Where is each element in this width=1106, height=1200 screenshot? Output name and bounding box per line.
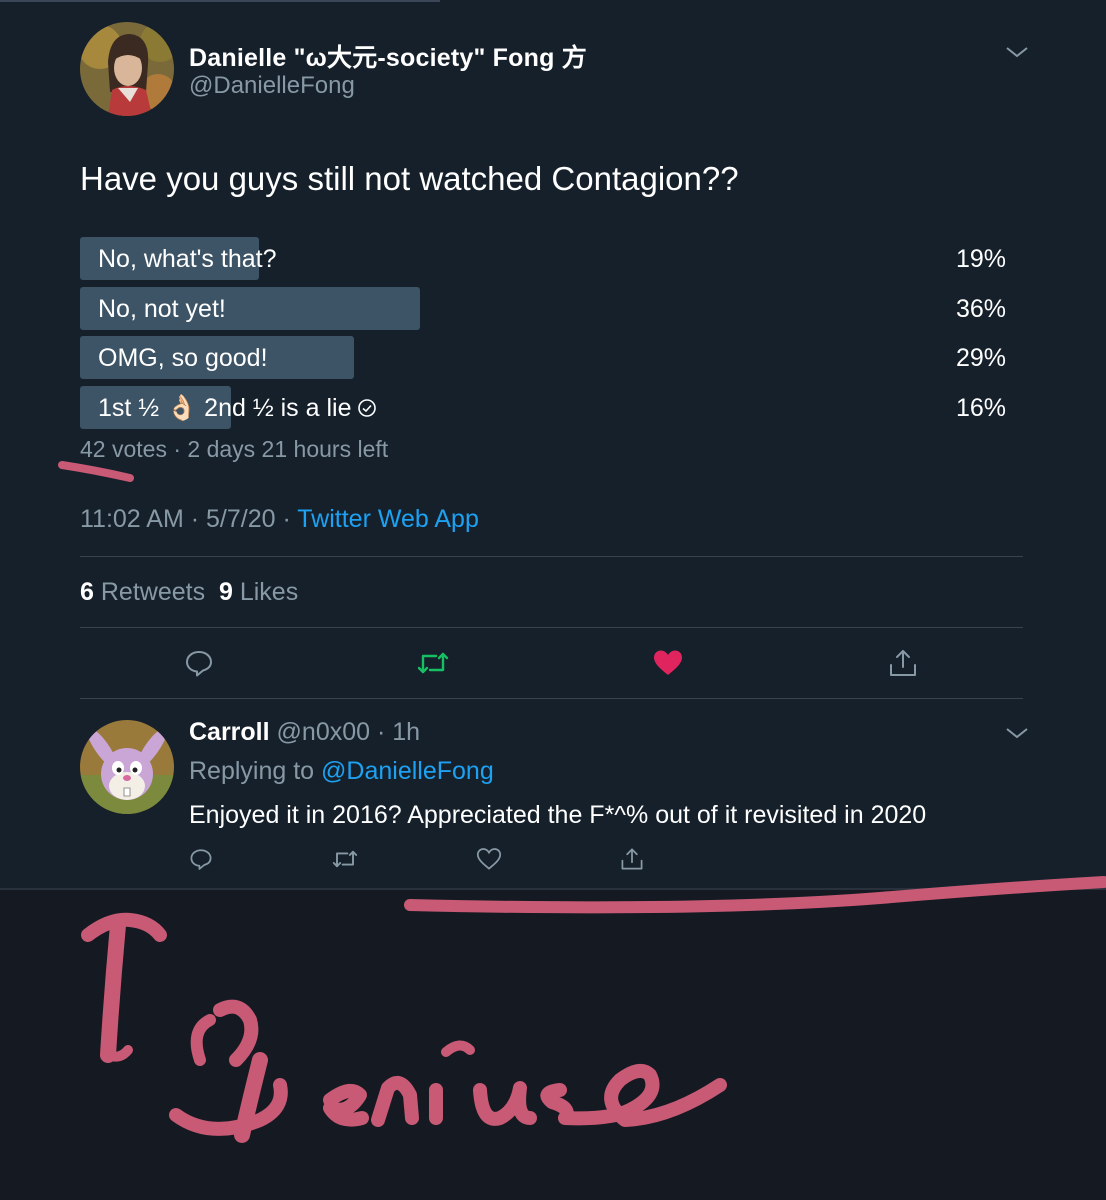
poll-option-percent: 16% — [955, 394, 1006, 422]
reply-icon[interactable] — [189, 847, 213, 876]
reply-avatar[interactable] — [80, 720, 174, 814]
poll-option: No, not yet! 36% — [80, 287, 1006, 330]
poll-time-left: 2 days 21 hours left — [187, 436, 389, 462]
divider — [80, 627, 1023, 628]
top-divider — [0, 0, 440, 2]
poll-option: 1st ½ 👌🏻 2nd ½ is a lie 16% — [80, 386, 1006, 429]
retweet-icon[interactable] — [331, 847, 359, 876]
reply-age[interactable]: 1h — [392, 718, 420, 746]
reply-author-name[interactable]: Carroll — [189, 718, 270, 746]
divider — [80, 556, 1023, 557]
replying-to-label: Replying to — [189, 757, 315, 785]
chevron-down-icon[interactable] — [1004, 44, 1030, 65]
reply-header: Carroll @n0x00 · 1h — [189, 718, 421, 746]
poll-option-label: No, what's that? — [98, 245, 277, 273]
author-handle[interactable]: @DanielleFong — [189, 72, 355, 100]
tweet-panel: Danielle "ω大元-society" Fong 方 @DanielleF… — [0, 0, 1106, 888]
share-icon[interactable] — [888, 648, 918, 683]
retweets-label: Retweets — [100, 578, 206, 606]
author-name[interactable]: Danielle "ω大元-society" Fong 方 — [189, 38, 587, 74]
poll-option-percent: 19% — [955, 245, 1006, 273]
poll-option: No, what's that? 19% — [80, 237, 1006, 280]
like-icon[interactable] — [476, 847, 502, 876]
retweet-icon[interactable] — [416, 648, 450, 683]
likes-label: Likes — [239, 578, 299, 606]
poll-option-label: OMG, so good! — [98, 344, 268, 372]
poll-option-percent: 36% — [955, 295, 1006, 323]
tweet-source-link[interactable]: Twitter Web App — [297, 505, 479, 533]
author-avatar[interactable] — [80, 22, 174, 116]
tweet-stats: 6 Retweets 9 Likes — [80, 578, 298, 607]
poll-option-label-wrap: 1st ½ 👌🏻 2nd ½ is a lie — [98, 394, 377, 425]
chevron-down-icon[interactable] — [1004, 725, 1030, 746]
bottom-divider — [0, 888, 1106, 890]
replying-to: Replying to @DanielleFong — [189, 757, 494, 786]
like-icon[interactable] — [652, 648, 684, 683]
reply-author-handle[interactable]: @n0x00 — [277, 718, 371, 746]
check-circle-icon — [357, 396, 377, 425]
tweet-text: Have you guys still not watched Contagio… — [80, 160, 739, 197]
retweet-count: 6 — [80, 578, 94, 606]
poll-option-percent: 29% — [955, 344, 1006, 372]
divider — [80, 698, 1023, 699]
share-icon[interactable] — [620, 847, 644, 876]
poll-meta: 42 votes · 2 days 21 hours left — [80, 436, 389, 462]
likes-stat[interactable]: 9 Likes — [219, 578, 298, 606]
poll-option-label: 1st ½ 👌🏻 2nd ½ is a lie — [98, 394, 352, 422]
tweet-timestamp: 11:02 AM · 5/7/20 · Twitter Web App — [80, 505, 479, 533]
retweets-stat[interactable]: 6 Retweets — [80, 578, 205, 606]
like-count: 9 — [218, 578, 233, 606]
tweet-date[interactable]: 5/7/20 — [206, 505, 276, 533]
reply-text: Enjoyed it in 2016? Appreciated the F*^%… — [189, 801, 927, 829]
poll-option: OMG, so good! 29% — [80, 336, 1006, 379]
poll-votes: 42 votes — [80, 436, 167, 462]
poll-option-label: No, not yet! — [98, 295, 226, 323]
reply-icon[interactable] — [184, 648, 214, 683]
tweet-time[interactable]: 11:02 AM — [80, 505, 184, 533]
replying-to-link[interactable]: @DanielleFong — [321, 757, 494, 785]
